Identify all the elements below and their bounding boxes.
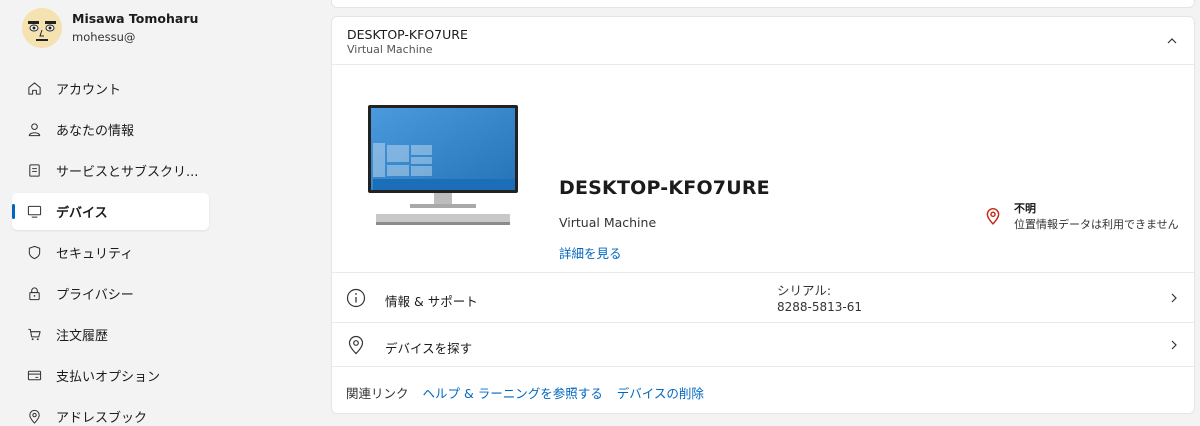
location-title: 不明 — [1014, 202, 1036, 215]
location-icon — [348, 335, 364, 355]
sidebar-item-order-history[interactable]: 注文履歴 — [12, 316, 209, 353]
chevron-right-icon — [1171, 340, 1177, 350]
sidebar: Misawa Tomoharu mohessu@ アカウント あなたの情報 サー… — [0, 0, 220, 426]
sidebar-item-label: セキュリティ — [56, 247, 134, 262]
info-support-row[interactable]: 情報 & サポート シリアル: 8288-5813-61 — [332, 273, 1194, 323]
remove-device-link[interactable]: デバイスの削除 — [617, 383, 704, 402]
sidebar-item-label: 注文履歴 — [56, 329, 109, 344]
details-link[interactable]: 詳細を見る — [559, 243, 622, 262]
sidebar-item-label: アドレスブック — [56, 411, 148, 426]
sidebar-item-privacy[interactable]: プライバシー — [12, 275, 209, 312]
serial-value: 8288-5813-61 — [777, 300, 863, 314]
collapse-button[interactable] — [1164, 33, 1180, 49]
sidebar-item-label: サービスとサブスクリ... — [56, 165, 199, 180]
person-icon — [26, 122, 42, 138]
monitor-icon — [26, 204, 42, 220]
sidebar-item-label: プライバシー — [56, 288, 134, 303]
profile-name: Misawa Tomoharu — [72, 11, 199, 26]
credit-card-icon — [26, 368, 42, 384]
find-device-label: デバイスを探す — [385, 341, 473, 356]
sidebar-item-devices[interactable]: デバイス — [12, 193, 209, 230]
device-card-header[interactable]: DESKTOP-KFO7URE Virtual Machine — [332, 17, 1194, 65]
related-links: 関連リンク ヘルプ & ラーニングを参照する デバイスの削除 — [346, 383, 718, 402]
sidebar-nav: アカウント あなたの情報 サービスとサブスクリ... デバイス セキュリティ プ… — [12, 70, 209, 426]
sidebar-item-account[interactable]: アカウント — [12, 70, 209, 107]
sidebar-item-label: デバイス — [56, 206, 108, 221]
home-icon — [26, 81, 42, 97]
profile-email: mohessu@ — [72, 30, 136, 44]
lock-icon — [26, 286, 42, 302]
sidebar-item-your-info[interactable]: あなたの情報 — [12, 111, 209, 148]
location-description: 位置情報データは利用できません — [1014, 218, 1179, 231]
document-icon — [26, 163, 42, 179]
sidebar-item-address-book[interactable]: アドレスブック — [12, 398, 209, 426]
card-title: DESKTOP-KFO7URE — [347, 27, 468, 42]
sidebar-item-label: 支払いオプション — [56, 370, 161, 385]
profile[interactable]: Misawa Tomoharu mohessu@ — [22, 8, 198, 48]
chevron-up-icon — [1167, 38, 1177, 44]
info-icon — [346, 288, 366, 308]
sidebar-item-label: あなたの情報 — [56, 124, 135, 139]
shield-icon — [26, 245, 42, 261]
chevron-right-icon — [1171, 293, 1177, 303]
find-device-row[interactable]: デバイスを探す — [332, 323, 1194, 367]
location-status: 不明 位置情報データは利用できません — [984, 201, 1179, 233]
monitor-illustration — [368, 105, 518, 230]
device-card: DESKTOP-KFO7URE Virtual Machine DESKTOP-… — [331, 16, 1195, 414]
device-type: Virtual Machine — [559, 215, 657, 230]
sidebar-item-payment[interactable]: 支払いオプション — [12, 357, 209, 394]
location-pin-icon — [986, 208, 1000, 225]
previous-card — [331, 0, 1195, 8]
sidebar-item-label: アカウント — [56, 83, 122, 98]
cart-icon — [26, 327, 42, 343]
avatar — [22, 8, 62, 48]
serial-label: シリアル: — [777, 283, 832, 298]
help-learning-link[interactable]: ヘルプ & ラーニングを参照する — [423, 383, 603, 402]
device-name: DESKTOP-KFO7URE — [559, 177, 770, 199]
related-links-label: 関連リンク — [346, 386, 409, 401]
location-icon — [26, 409, 42, 425]
info-support-label: 情報 & サポート — [385, 294, 478, 309]
sidebar-item-services[interactable]: サービスとサブスクリ... — [12, 152, 209, 189]
device-summary: DESKTOP-KFO7URE Virtual Machine 詳細を見る 不明… — [332, 65, 1194, 273]
sidebar-item-security[interactable]: セキュリティ — [12, 234, 209, 271]
card-subtitle: Virtual Machine — [347, 43, 433, 56]
